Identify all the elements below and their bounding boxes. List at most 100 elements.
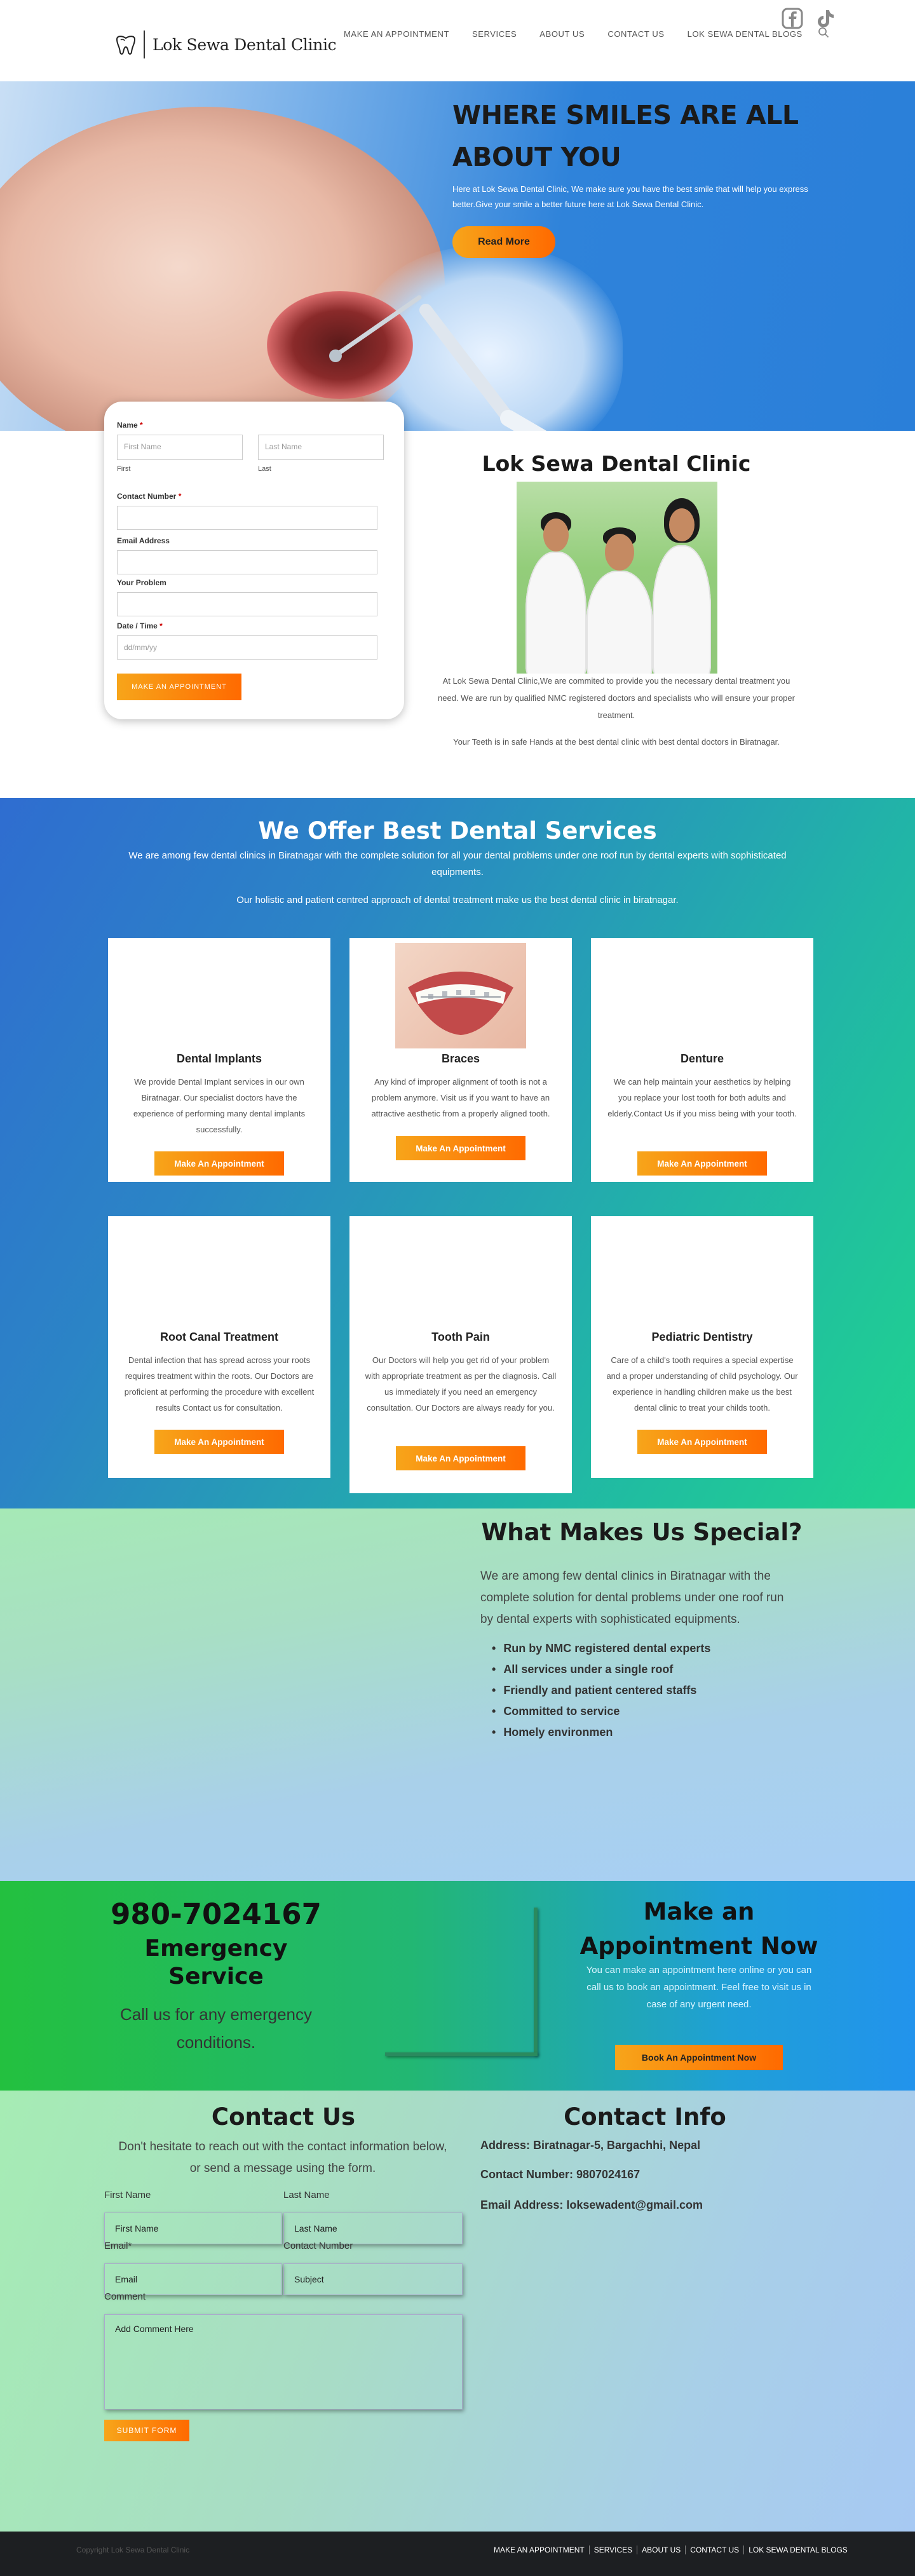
service-text: Care of a child's tooth requires a speci… [606, 1355, 798, 1413]
contact-number-field-label: Contact Number [283, 2240, 353, 2251]
date-input[interactable]: dd/mm/yy [117, 635, 377, 660]
contact-comment-textarea[interactable]: Add Comment Here [104, 2314, 463, 2410]
emergency-phone[interactable]: 980-7024167 [102, 1897, 330, 1931]
services-approach: Our holistic and patient centred approac… [236, 895, 679, 905]
first-name-label: First Name [104, 2190, 151, 2200]
contact-subject-input[interactable]: Subject [283, 2263, 463, 2295]
service-title: Tooth Pain [431, 1331, 490, 1343]
footer-nav-contact-us[interactable]: CONTACT US [685, 2545, 743, 2554]
doctor-center [586, 571, 653, 674]
clinic-description: At Lok Sewa Dental Clinic,We are commite… [438, 676, 795, 720]
service-card-pediatric: Pediatric Dentistry Care of a child's to… [591, 1216, 813, 1478]
footer-nav-services[interactable]: SERVICES [588, 2545, 637, 2554]
clinic-title: Lok Sewa Dental Clinic [482, 451, 751, 476]
nav-blogs[interactable]: LOK SEWA DENTAL BLOGS [688, 29, 803, 39]
contact-number-input[interactable] [117, 506, 377, 530]
contact-number-label: Contact Number * [117, 492, 182, 501]
main-nav: MAKE AN APPOINTMENT SERVICES ABOUT US CO… [344, 29, 825, 39]
service-text: Any kind of improper alignment of tooth … [371, 1077, 550, 1118]
service-text: Dental infection that has spread across … [124, 1355, 315, 1413]
logo-divider [144, 31, 145, 58]
contact-email-input[interactable]: Email [104, 2263, 282, 2295]
special-section [0, 1508, 915, 1881]
services-title: We Offer Best Dental Services [258, 817, 657, 844]
contact-first-name-input[interactable]: First Name [104, 2213, 282, 2244]
nav-about-us[interactable]: ABOUT US [539, 29, 585, 39]
appointment-text: You can make an appointment here online … [586, 1965, 812, 2010]
special-title: What Makes Us Special? [481, 1519, 803, 1546]
last-name-label: Last Name [283, 2190, 330, 2200]
contact-address: Address: Biratnagar-5, Bargachhi, Nepal [480, 2139, 701, 2152]
service-appointment-button[interactable]: Make An Appointment [396, 1446, 525, 1470]
service-text: We can help maintain your aesthetics by … [607, 1077, 797, 1118]
service-card-braces: Braces Any kind of improper alignment of… [349, 938, 572, 1182]
tooth-logo-icon [116, 36, 136, 55]
doctor-right [653, 545, 711, 674]
social-links [782, 8, 836, 29]
list-item: Friendly and patient centered staffs [492, 1684, 710, 1705]
comment-label: Comment [104, 2291, 146, 2302]
list-item: All services under a single roof [492, 1663, 710, 1684]
divider-vertical [534, 1908, 538, 2055]
appointment-form: Name * First Name Last Name First Last C… [104, 402, 404, 719]
first-name-input[interactable]: First Name [117, 435, 243, 460]
footer-nav-blogs[interactable]: LOK SEWA DENTAL BLOGS [743, 2545, 852, 2554]
contact-last-name-input[interactable]: Last Name [283, 2213, 463, 2244]
site-footer: Copyright Lok Sewa Dental Clinic MAKE AN… [0, 2532, 915, 2576]
problem-input[interactable] [117, 592, 377, 616]
contact-phone: Contact Number: 9807024167 [480, 2168, 640, 2181]
name-label: Name * [117, 421, 143, 430]
clinic-tagline: Your Teeth is in safe Hands at the best … [453, 737, 780, 747]
list-item: Run by NMC registered dental experts [492, 1642, 710, 1663]
special-list: Run by NMC registered dental experts All… [492, 1642, 710, 1747]
nav-make-appointment[interactable]: MAKE AN APPOINTMENT [344, 29, 449, 39]
copyright-text: Copyright Lok Sewa Dental Clinic [76, 2545, 190, 2554]
appointment-title: Make an Appointment Now [580, 1898, 818, 1960]
service-title: Pediatric Dentistry [651, 1331, 753, 1343]
service-appointment-button[interactable]: Make An Appointment [154, 1430, 284, 1454]
email-field-label: Email* [104, 2240, 132, 2251]
footer-nav-make-appointment[interactable]: MAKE AN APPOINTMENT [489, 2545, 589, 2554]
problem-label: Your Problem [117, 578, 166, 587]
email-label: Email Address [117, 536, 170, 545]
list-item: Committed to service [492, 1705, 710, 1726]
doctor-left [525, 552, 586, 674]
tiktok-icon[interactable] [815, 8, 836, 29]
service-card-root-canal: Root Canal Treatment Dental infection th… [108, 1216, 330, 1478]
service-card-dental-implants: Dental Implants We provide Dental Implan… [108, 938, 330, 1182]
site-logo[interactable]: Lok Sewa Dental Clinic [113, 31, 337, 58]
nav-services[interactable]: SERVICES [472, 29, 517, 39]
hero-title: WHERE SMILES ARE ALL ABOUT YOU [452, 100, 799, 172]
service-card-denture: Denture We can help maintain your aesthe… [591, 938, 813, 1182]
contact-info-title: Contact Info [564, 2103, 726, 2131]
service-title: Denture [680, 1052, 724, 1065]
service-text: We provide Dental Implant services in ou… [133, 1077, 306, 1134]
hero-text: Here at Lok Sewa Dental Clinic, We make … [452, 184, 808, 209]
service-title: Braces [441, 1052, 480, 1065]
last-sublabel: Last [258, 465, 271, 473]
submit-form-button[interactable]: SUBMIT FORM [104, 2420, 189, 2441]
list-item: Homely environmen [492, 1726, 710, 1747]
nav-contact-us[interactable]: CONTACT US [607, 29, 664, 39]
service-title: Root Canal Treatment [159, 1331, 279, 1343]
read-more-button[interactable]: Read More [452, 226, 555, 258]
search-icon[interactable] [818, 27, 829, 38]
emergency-subtitle: Call us for any emergency conditions. [119, 2005, 313, 2052]
braces-image [395, 943, 526, 1048]
service-text: Our Doctors will help you get rid of you… [365, 1355, 557, 1413]
service-card-tooth-pain: Tooth Pain Our Doctors will help you get… [349, 1216, 572, 1493]
service-appointment-button[interactable]: Make An Appointment [154, 1151, 284, 1176]
service-appointment-button[interactable]: Make An Appointment [396, 1136, 525, 1160]
last-name-input[interactable]: Last Name [258, 435, 384, 460]
footer-nav-about-us[interactable]: ABOUT US [637, 2545, 685, 2554]
facebook-icon[interactable] [782, 8, 803, 29]
contact-email[interactable]: Email Address: loksewadent@gmail.com [480, 2199, 703, 2212]
first-sublabel: First [117, 465, 131, 473]
footer-nav: MAKE AN APPOINTMENT SERVICES ABOUT US CO… [489, 2545, 852, 2554]
make-appointment-submit[interactable]: MAKE AN APPOINTMENT [117, 674, 241, 700]
service-appointment-button[interactable]: Make An Appointment [637, 1430, 767, 1454]
date-label: Date / Time * [117, 621, 163, 630]
book-appointment-button[interactable]: Book An Appointment Now [615, 2045, 783, 2070]
email-input[interactable] [117, 550, 377, 574]
service-appointment-button[interactable]: Make An Appointment [637, 1151, 767, 1176]
